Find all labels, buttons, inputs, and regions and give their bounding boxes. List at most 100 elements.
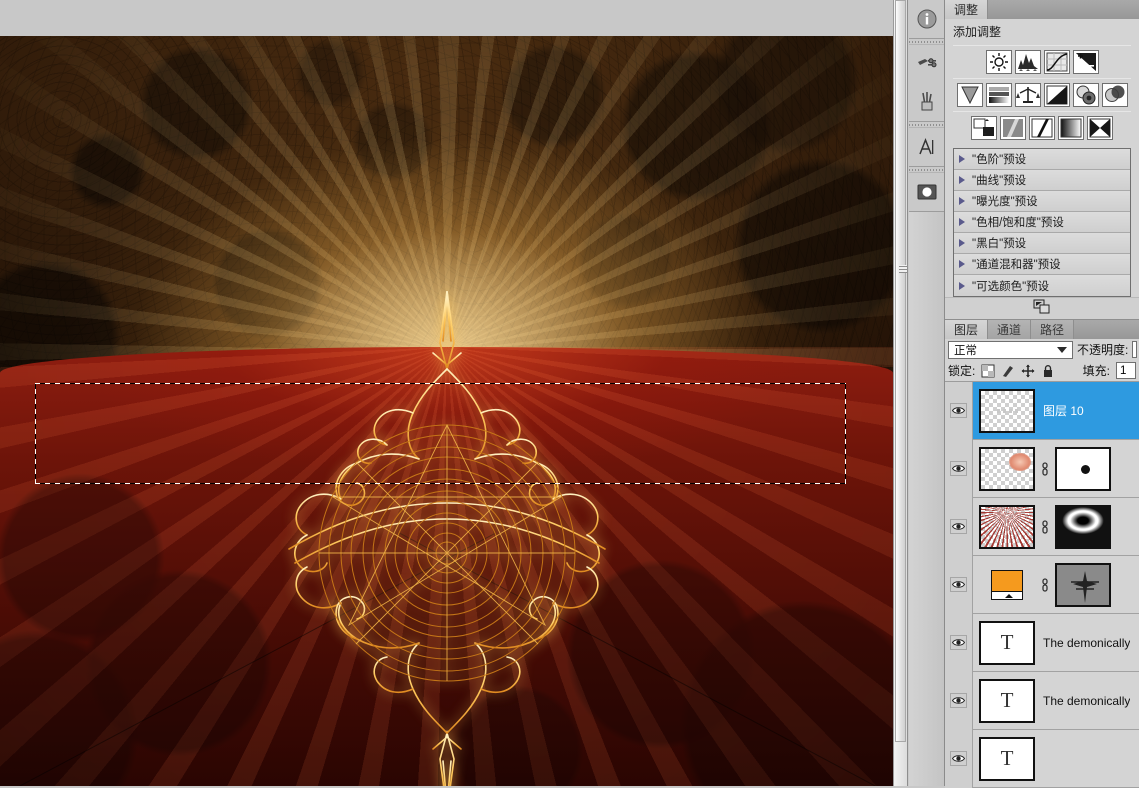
layer-row[interactable]	[945, 440, 1139, 498]
marching-ants-border	[35, 383, 846, 484]
layer-thumbnail[interactable]	[979, 389, 1035, 433]
eye-icon[interactable]	[950, 519, 967, 534]
info-icon[interactable]	[909, 0, 945, 38]
layer-row[interactable]	[945, 498, 1139, 556]
layer-row[interactable]: T The demonically	[945, 614, 1139, 672]
preset-row[interactable]: "曲线"预设	[954, 170, 1130, 191]
levels-icon[interactable]	[1015, 50, 1041, 74]
black-white-icon[interactable]	[1044, 83, 1070, 107]
lock-transparent-pixels-icon[interactable]	[981, 364, 995, 378]
layer-mask-thumbnail[interactable]	[1055, 505, 1111, 549]
preset-row[interactable]: "黑白"预设	[954, 233, 1130, 254]
dock-group-tools	[909, 39, 944, 122]
preset-label: "黑白"预设	[972, 235, 1026, 251]
preset-row[interactable]: "通道混和器"预设	[954, 254, 1130, 275]
tab-layers[interactable]: 图层	[945, 320, 988, 339]
masks-icon[interactable]	[909, 173, 945, 211]
layer-mask-link-icon[interactable]	[1039, 520, 1051, 534]
scrollbar-grip-icon	[899, 265, 907, 273]
eye-icon[interactable]	[950, 461, 967, 476]
eye-icon[interactable]	[950, 693, 967, 708]
layer-row[interactable]: T The demonically	[945, 672, 1139, 730]
layer-visibility-cell[interactable]	[945, 498, 973, 556]
lock-image-pixels-icon[interactable]	[1001, 364, 1015, 378]
blend-mode-value: 正常	[954, 342, 977, 358]
layer-thumbnail[interactable]	[979, 447, 1035, 491]
image-canvas[interactable]	[0, 36, 893, 786]
layer-visibility-cell[interactable]	[945, 440, 973, 498]
eye-icon[interactable]	[950, 577, 967, 592]
preset-label: "曝光度"预设	[972, 193, 1038, 209]
preset-row[interactable]: "可选颜色"预设	[954, 275, 1130, 296]
collapsed-panel-rail	[909, 0, 945, 786]
text-layer-thumbnail[interactable]: T	[979, 679, 1035, 723]
scrollbar-thumb[interactable]	[895, 0, 906, 742]
mask-dot	[1081, 465, 1090, 474]
eye-icon[interactable]	[950, 751, 967, 766]
invert-icon[interactable]	[971, 116, 997, 140]
layer-row[interactable]: T	[945, 730, 1139, 788]
vibrance-icon[interactable]	[957, 83, 983, 107]
fill-input[interactable]: 1	[1116, 362, 1136, 379]
text-layer-thumbnail[interactable]: T	[979, 621, 1035, 665]
opacity-input[interactable]: 1	[1132, 341, 1137, 358]
gradient-map-icon[interactable]	[1058, 116, 1084, 140]
document-vertical-scrollbar[interactable]	[893, 0, 908, 786]
lock-all-icon[interactable]	[1041, 364, 1055, 378]
adjustment-layer-thumbnail[interactable]	[979, 563, 1035, 607]
layer-row[interactable]: 图层 10	[945, 382, 1139, 440]
thumbnail-content	[981, 507, 1033, 547]
layer-visibility-cell[interactable]	[945, 556, 973, 614]
layer-thumbnail[interactable]	[979, 505, 1035, 549]
photo-filter-icon[interactable]	[1073, 83, 1099, 107]
rectangular-marquee-selection[interactable]	[35, 383, 846, 484]
exposure-icon[interactable]	[1073, 50, 1099, 74]
threshold-icon[interactable]	[1029, 116, 1055, 140]
hue-saturation-icon[interactable]	[986, 83, 1012, 107]
channel-mixer-icon[interactable]	[1102, 83, 1128, 107]
tab-paths[interactable]: 路径	[1031, 320, 1074, 339]
preset-row[interactable]: "曝光度"预设	[954, 191, 1130, 212]
blend-mode-select[interactable]: 正常	[948, 341, 1073, 359]
layer-name[interactable]: The demonically	[1043, 694, 1130, 708]
opacity-label: 不透明度:	[1077, 341, 1128, 358]
return-to-adjustment-list-icon[interactable]	[1033, 299, 1051, 319]
eye-icon[interactable]	[950, 403, 967, 418]
layer-row[interactable]	[945, 556, 1139, 614]
layer-visibility-cell[interactable]	[945, 672, 973, 730]
preset-row[interactable]: "色相/饱和度"预设	[954, 212, 1130, 233]
mask-content	[1057, 507, 1109, 547]
layer-mask-link-icon[interactable]	[1039, 578, 1051, 592]
layer-visibility-cell[interactable]	[945, 614, 973, 672]
layer-visibility-cell[interactable]	[945, 382, 973, 440]
brightness-contrast-icon[interactable]	[986, 50, 1012, 74]
preset-row[interactable]: "色阶"预设	[954, 149, 1130, 170]
posterize-icon[interactable]	[1000, 116, 1026, 140]
color-balance-icon[interactable]	[1015, 83, 1041, 107]
type-tool-icon: T	[1001, 746, 1014, 771]
adjustments-title: 添加调整	[945, 19, 1139, 45]
layer-name[interactable]: 图层 10	[1043, 402, 1084, 419]
tab-channels[interactable]: 通道	[988, 320, 1031, 339]
layer-list: 图层 10	[945, 381, 1139, 788]
layer-name[interactable]: The demonically	[1043, 636, 1130, 650]
layer-mask-thumbnail[interactable]	[1055, 563, 1111, 607]
adjustment-presets-list: "色阶"预设 "曲线"预设 "曝光度"预设 "色相/饱和度"预设 "黑白"预设	[953, 148, 1131, 297]
curves-icon[interactable]	[1044, 50, 1070, 74]
eye-icon[interactable]	[950, 635, 967, 650]
character-icon[interactable]	[909, 128, 945, 166]
tool-preset-icon[interactable]	[909, 45, 945, 83]
brushes-icon[interactable]	[909, 83, 945, 121]
selective-color-icon[interactable]	[1087, 116, 1113, 140]
layer-visibility-cell[interactable]	[945, 730, 973, 788]
adjustments-panel: 调整 添加调整	[945, 0, 1139, 320]
adjustments-tabbar: 调整	[945, 0, 1139, 19]
tab-adjustments[interactable]: 调整	[945, 0, 988, 19]
layer-mask-thumbnail[interactable]	[1055, 447, 1111, 491]
text-layer-thumbnail[interactable]: T	[979, 737, 1035, 781]
adjustment-icons-row-1	[945, 46, 1139, 78]
chevron-right-icon	[959, 155, 965, 163]
layer-mask-link-icon[interactable]	[1039, 462, 1051, 476]
thumbnail-content	[1009, 453, 1031, 471]
lock-position-icon[interactable]	[1021, 364, 1035, 378]
